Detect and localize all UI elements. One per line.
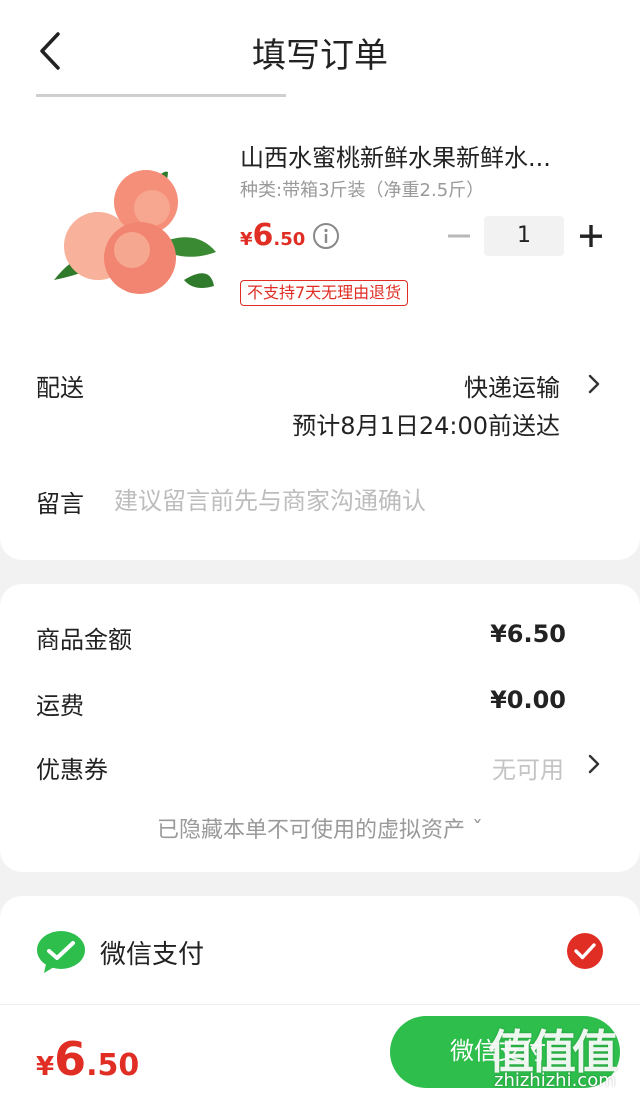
message-input[interactable] [114, 484, 594, 518]
shipping-fee-label: 运费 [36, 692, 84, 720]
price-decimal: .50 [273, 229, 306, 250]
delivery-method[interactable]: 快递运输 [464, 368, 560, 403]
total-currency: ¥ [36, 1052, 55, 1082]
return-policy-badge: 不支持7天无理由退货 [240, 280, 409, 306]
shipping-fee-value: ¥0.00 [490, 686, 566, 714]
product-title[interactable]: 山西水蜜桃新鲜水果新鲜水... [240, 138, 600, 173]
selected-check-icon[interactable] [566, 932, 604, 970]
delivery-label: 配送 [36, 374, 84, 402]
watermark-site: zhizhizhi.com [494, 1070, 616, 1091]
order-item-card: 山西水蜜桃新鲜水果新鲜水... 种类:带箱3斤装（净重2.5斤） ¥6.50 1… [0, 100, 640, 560]
total-price: ¥6.50 [36, 1032, 139, 1086]
goods-amount-label: 商品金额 [36, 626, 132, 654]
product-spec: 种类:带箱3斤装（净重2.5斤） [240, 180, 485, 201]
cut-off-previous-line [36, 90, 286, 100]
goods-amount-value: ¥6.50 [490, 620, 566, 648]
watermark-logo: 值值值 [488, 1025, 618, 1079]
minus-icon [448, 234, 470, 238]
plus-icon [580, 225, 602, 247]
chevron-right-icon[interactable] [586, 372, 602, 396]
hidden-assets-toggle[interactable]: 已隐藏本单不可使用的虚拟资产 ˇ [0, 812, 640, 844]
coupon-label: 优惠券 [36, 756, 108, 784]
coupon-value[interactable]: 无可用 [492, 750, 564, 785]
info-icon[interactable] [312, 222, 340, 250]
chevron-right-icon[interactable] [586, 752, 602, 776]
message-label: 留言 [36, 490, 84, 518]
delivery-eta: 预计8月1日24:00前送达 [292, 412, 560, 440]
price-integer: 6 [252, 218, 274, 253]
peach-product-image[interactable] [34, 162, 218, 302]
price-currency: ¥ [240, 229, 253, 250]
wechat-pay-icon [37, 931, 85, 973]
unit-price: ¥6.50 [240, 218, 305, 253]
total-integer: 6 [54, 1032, 87, 1086]
header: 填写订单 [0, 0, 640, 100]
amount-summary-card: 商品金额 ¥6.50 运费 ¥0.00 优惠券 无可用 已隐藏本单不可使用的虚拟… [0, 584, 640, 872]
total-decimal: .50 [86, 1048, 140, 1083]
wechat-pay-label[interactable]: 微信支付 [100, 934, 204, 971]
increase-quantity-button[interactable] [574, 216, 608, 256]
page-title: 填写订单 [252, 36, 388, 76]
quantity-input[interactable]: 1 [484, 216, 564, 256]
decrease-quantity-button[interactable] [444, 216, 474, 256]
divider [0, 1004, 640, 1005]
